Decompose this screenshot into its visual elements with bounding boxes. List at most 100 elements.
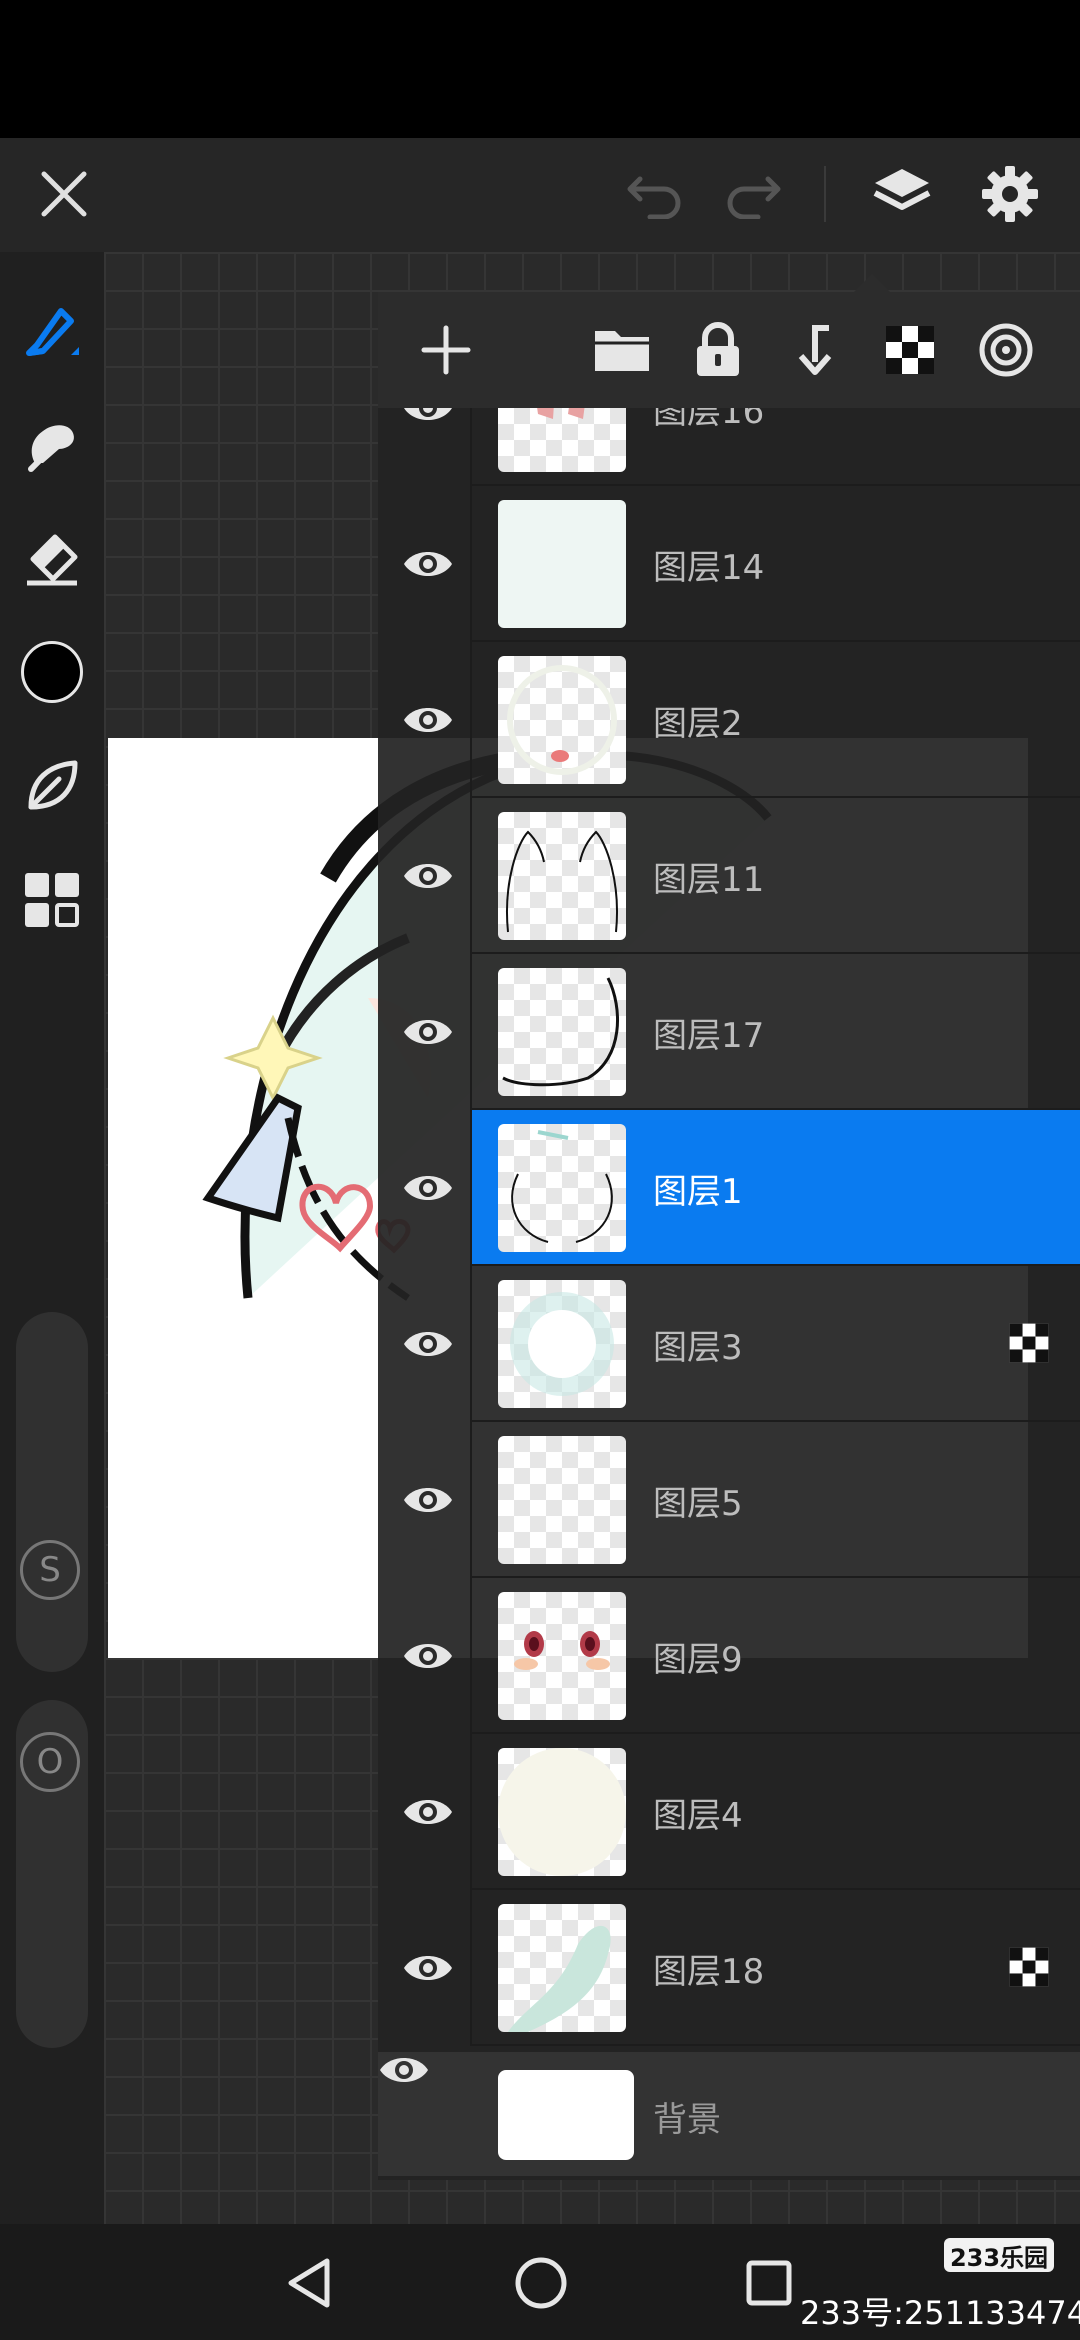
redo-button[interactable] — [714, 156, 790, 232]
eye-icon — [404, 1800, 452, 1824]
layer-name: 图层9 — [653, 1640, 743, 1680]
eraser-tool[interactable] — [14, 520, 90, 596]
layer-thumbnail — [498, 1904, 626, 2032]
grid-icon — [25, 873, 79, 927]
layers-icon — [873, 169, 931, 210]
eye-icon — [380, 2058, 428, 2082]
layer-visibility-toggle[interactable] — [398, 534, 458, 594]
layer-thumbnail — [498, 968, 626, 1096]
toolbar-divider — [824, 166, 826, 222]
redo-icon — [727, 176, 781, 219]
layer-visibility-toggle[interactable] — [398, 1782, 458, 1842]
watermark-text: 233号:251133474 — [800, 2294, 1080, 2332]
nav-back-button[interactable] — [274, 2248, 344, 2318]
layer-row[interactable]: 图层2 — [378, 642, 1080, 798]
layer-row[interactable]: 图层3 — [378, 1266, 1080, 1422]
row-separator — [470, 642, 472, 798]
new-group-button[interactable] — [586, 314, 658, 386]
layer-row[interactable]: 图层18 — [378, 1890, 1080, 2046]
leaf-icon — [28, 760, 78, 810]
eye-icon — [404, 1332, 452, 1356]
current-color-swatch — [21, 641, 83, 703]
undo-icon — [627, 176, 681, 219]
nav-recents-button[interactable] — [734, 2248, 804, 2318]
undo-button[interactable] — [618, 156, 694, 232]
background-layer-row[interactable]: 背景 — [378, 2052, 1080, 2176]
layer-row[interactable]: 图层5 — [378, 1422, 1080, 1578]
leaf-tool[interactable] — [14, 748, 90, 824]
layer-row[interactable]: 图层17 — [378, 954, 1080, 1110]
layer-list: 图层16 图层14 图层2 图层11 图层17 图层1 图层3 图层5 图层9 图层4 图层18 — [378, 408, 1080, 2180]
blend-mode-button[interactable] — [970, 314, 1042, 386]
layer-name: 图层4 — [653, 1796, 743, 1836]
layer-name: 图层2 — [653, 704, 743, 744]
row-separator — [470, 1734, 472, 1890]
layer-thumbnail — [498, 1436, 626, 1564]
layer-visibility-toggle[interactable] — [398, 1470, 458, 1530]
layer-row[interactable]: 图层14 — [378, 486, 1080, 642]
layer-visibility-toggle[interactable] — [398, 846, 458, 906]
layer-name: 图层18 — [653, 1952, 765, 1992]
gear-icon — [982, 166, 1038, 222]
recents-square-icon — [746, 2260, 792, 2306]
layer-name: 图层5 — [653, 1484, 743, 1524]
background-visibility-toggle[interactable] — [378, 2052, 1080, 2092]
layer-name: 图层11 — [653, 860, 765, 900]
background-layer-name: 背景 — [653, 2100, 721, 2140]
alpha-lock-icon — [886, 326, 934, 374]
layer-visibility-toggle[interactable] — [398, 1938, 458, 1998]
eye-icon — [404, 408, 452, 420]
layer-visibility-toggle[interactable] — [398, 1002, 458, 1062]
layer-name: 图层3 — [653, 1328, 743, 1368]
opacity-slider-label: O — [20, 1732, 80, 1792]
layer-thumbnail — [498, 812, 626, 940]
add-layer-button[interactable] — [410, 314, 482, 386]
home-circle-icon — [515, 2257, 567, 2309]
smudge-tool[interactable] — [14, 406, 90, 482]
eye-icon — [404, 864, 452, 888]
eye-icon — [404, 1176, 452, 1200]
nav-home-button[interactable] — [506, 2248, 576, 2318]
eye-icon — [404, 1488, 452, 1512]
status-bar — [0, 0, 1080, 138]
blend-icon — [979, 323, 1033, 377]
layer-thumbnail — [498, 656, 626, 784]
color-swatch[interactable] — [14, 634, 90, 710]
add-icon — [421, 325, 471, 375]
lock-layer-button[interactable] — [682, 314, 754, 386]
folder-icon — [595, 331, 649, 371]
layer-row[interactable]: 图层9 — [378, 1578, 1080, 1734]
back-triangle-icon — [288, 2258, 330, 2308]
alpha-lock-button[interactable] — [874, 314, 946, 386]
watermark-logo: 233乐园 — [944, 2238, 1054, 2272]
layer-thumbnail — [498, 500, 626, 628]
layer-visibility-toggle[interactable] — [398, 1158, 458, 1218]
row-separator — [470, 1578, 472, 1734]
layers-button[interactable] — [864, 156, 940, 232]
layer-row[interactable]: 图层4 — [378, 1734, 1080, 1890]
layer-row[interactable]: 图层16 — [378, 408, 1080, 486]
row-separator — [470, 1266, 472, 1422]
alpha-lock-indicator-icon — [1008, 1322, 1050, 1364]
layer-row[interactable]: 图层11 — [378, 798, 1080, 954]
eye-icon — [404, 708, 452, 732]
close-button[interactable] — [26, 156, 102, 232]
layer-row-selected[interactable]: 图层1 — [378, 1110, 1080, 1266]
settings-button[interactable] — [972, 156, 1048, 232]
size-slider-label: S — [20, 1540, 80, 1600]
eye-icon — [404, 1644, 452, 1668]
layer-name: 图层16 — [653, 408, 765, 432]
brush-size-slider[interactable] — [16, 1312, 88, 1672]
layer-visibility-toggle[interactable] — [398, 1626, 458, 1686]
grid-tool[interactable] — [14, 862, 90, 938]
layer-visibility-toggle[interactable] — [398, 408, 458, 438]
layer-name: 图层1 — [653, 1172, 743, 1212]
layers-panel-header — [378, 292, 1080, 408]
layer-thumbnail — [498, 1592, 626, 1720]
merge-down-button[interactable] — [778, 314, 850, 386]
row-separator — [470, 1890, 472, 2046]
background-thumbnail — [498, 2070, 634, 2160]
layer-visibility-toggle[interactable] — [398, 1314, 458, 1374]
brush-tool[interactable] — [14, 292, 90, 368]
layer-visibility-toggle[interactable] — [398, 690, 458, 750]
